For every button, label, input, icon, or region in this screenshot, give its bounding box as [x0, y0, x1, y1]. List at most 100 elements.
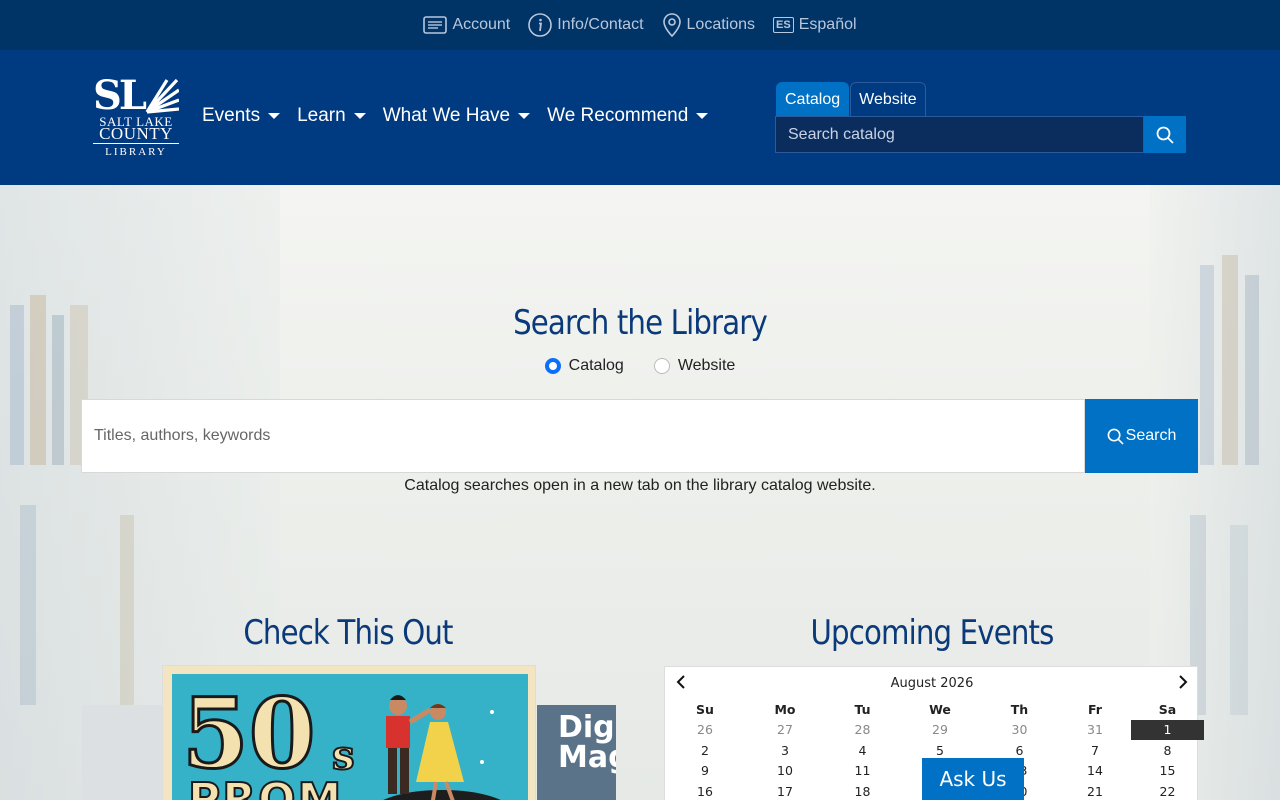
search-icon [1107, 428, 1124, 445]
calendar-day[interactable]: 8 [1131, 740, 1204, 761]
weekday-label: Su [696, 701, 714, 717]
calendar-day[interactable]: 31 [1059, 720, 1131, 741]
calendar-day[interactable]: 11 [825, 761, 900, 782]
background-book [10, 305, 24, 465]
caret-down-icon [268, 113, 281, 119]
nav-learn-label: Learn [297, 105, 346, 126]
espanol-label: Español [798, 16, 857, 33]
radio-catalog[interactable]: Catalog [544, 357, 624, 375]
hero-section: Search the Library Catalog Website Searc… [0, 185, 1280, 800]
weekday-label: Fr [1088, 701, 1102, 717]
caret-down-icon [696, 113, 709, 119]
ask-us-button[interactable]: Ask Us [922, 758, 1024, 800]
50s-prom-poster: 50 s PROM [172, 674, 528, 800]
tab-website[interactable]: Website [850, 82, 926, 116]
account-label: Account [452, 16, 511, 33]
main-search-button[interactable]: Search [1085, 399, 1198, 473]
calendar-day[interactable]: 7 [1059, 740, 1131, 761]
poster-word: PROM [187, 773, 344, 800]
es-language-icon: ES [773, 17, 794, 33]
caret-down-icon [353, 113, 366, 119]
calendar-day[interactable]: 28 [825, 720, 900, 741]
calendar-day[interactable]: 9 [665, 761, 745, 782]
carousel-card-previous[interactable] [82, 705, 162, 800]
calendar-day[interactable]: 10 [745, 761, 825, 782]
calendar-day[interactable]: 18 [825, 781, 900, 800]
calendar-day[interactable]: 29 [900, 720, 980, 741]
espanol-link[interactable]: ES Español [773, 16, 857, 34]
logo-mark: SL [93, 72, 147, 119]
site-header: SL SALT LAKE COUNTY LIBRARY Events Learn… [0, 50, 1280, 185]
background-book [30, 295, 46, 465]
map-pin-icon [662, 13, 681, 37]
info-icon [528, 13, 553, 37]
background-book [1230, 525, 1248, 715]
calendar-day[interactable]: 4 [825, 740, 900, 761]
background-book [20, 505, 36, 705]
dancers-illustration [383, 695, 501, 800]
calendar-day[interactable]: 22 [1131, 781, 1204, 800]
calendar-day[interactable]: 21 [1059, 781, 1131, 800]
nav-events-label: Events [202, 105, 261, 126]
calendar-day-selected[interactable]: 1 [1131, 719, 1204, 740]
calendar-day[interactable]: 26 [665, 720, 745, 741]
upcoming-events-heading: Upcoming Events [810, 613, 1054, 653]
tab-catalog[interactable]: Catalog [776, 82, 850, 116]
weekday-label: Mo [774, 701, 796, 717]
search-icon [1156, 126, 1174, 144]
header-search-form [775, 116, 1186, 153]
calendar-day[interactable]: 30 [980, 720, 1059, 741]
main-nav: Events Learn What We Have We Recommend [202, 105, 709, 127]
account-link[interactable]: Account [423, 16, 510, 34]
calendar-day[interactable]: 17 [745, 781, 825, 800]
radio-website[interactable]: Website [653, 357, 736, 375]
chevron-left-icon[interactable] [675, 675, 687, 689]
logo-line-3: LIBRARY [93, 143, 179, 159]
calendar-day[interactable]: 27 [745, 720, 825, 741]
calendar-day[interactable]: 14 [1059, 761, 1131, 782]
radio-unselected-icon [653, 358, 670, 374]
header-search: Catalog Website [775, 82, 1186, 153]
chevron-right-icon[interactable] [1177, 675, 1189, 689]
featured-card[interactable]: 50 s PROM [162, 665, 536, 800]
header-search-tabs: Catalog Website [776, 82, 1186, 116]
account-card-icon [423, 16, 448, 34]
radio-catalog-label: Catalog [568, 357, 624, 374]
locations-link[interactable]: Locations [662, 13, 756, 37]
main-search-form: Search [81, 399, 1198, 473]
radio-selected-icon [544, 358, 561, 374]
calendar-day[interactable]: 2 [665, 740, 745, 761]
weekday-label: Tu [854, 701, 871, 717]
info-contact-link[interactable]: Info/Contact [528, 13, 644, 37]
sunburst-icon [145, 78, 179, 114]
poster-number: 50 [181, 677, 318, 790]
search-scope-radios: Catalog Website [0, 357, 1280, 375]
check-this-out-heading: Check This Out [243, 613, 453, 653]
info-contact-label: Info/Contact [557, 16, 644, 33]
logo-line-2: COUNTY [99, 124, 173, 143]
calendar-day[interactable]: 16 [665, 781, 745, 800]
nav-events[interactable]: Events [202, 105, 281, 127]
main-search-input[interactable] [81, 399, 1085, 473]
background-book [120, 515, 134, 715]
page-title: Search the Library [513, 303, 768, 343]
weekday-label: Sa [1158, 701, 1177, 717]
header-search-button[interactable] [1144, 116, 1186, 153]
weekday-label: We [929, 701, 951, 717]
weekday-label: Th [1010, 701, 1029, 717]
main-search-button-label: Search [1125, 427, 1177, 444]
calendar-day[interactable]: 15 [1131, 761, 1204, 782]
nav-learn[interactable]: Learn [297, 105, 366, 127]
nav-what-we-have[interactable]: What We Have [383, 105, 531, 127]
locations-label: Locations [686, 16, 756, 33]
header-search-input[interactable] [775, 116, 1144, 153]
carousel-card-next[interactable]: Digi Mag [537, 705, 616, 800]
background-book [52, 315, 64, 465]
radio-website-label: Website [677, 357, 736, 374]
poster-suffix: s [331, 731, 355, 780]
nav-we-recommend[interactable]: We Recommend [547, 105, 709, 127]
calendar-header: August 2026 [665, 667, 1199, 699]
calendar-day[interactable]: 3 [745, 740, 825, 761]
library-logo[interactable]: SL SALT LAKE COUNTY LIBRARY [93, 76, 179, 158]
calendar-month: August 2026 [890, 675, 974, 691]
